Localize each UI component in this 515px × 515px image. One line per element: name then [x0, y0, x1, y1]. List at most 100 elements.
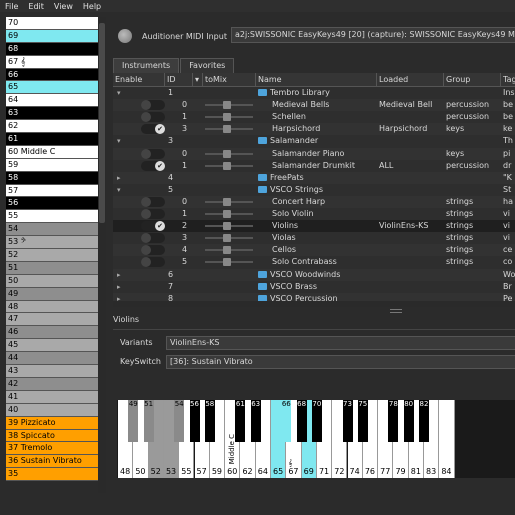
piano-black-key[interactable]: 75 — [357, 400, 368, 442]
col-name[interactable]: Name — [256, 73, 377, 86]
tomix-slider[interactable] — [205, 210, 253, 218]
keylist-item[interactable]: 64 — [6, 94, 98, 108]
col-group[interactable]: Group — [444, 73, 501, 86]
keylist-item[interactable]: 44 — [6, 352, 98, 366]
keylist-item[interactable]: 68 — [6, 42, 98, 56]
table-row[interactable]: ✔ 3 Harpsichord Harpsichord keys ke — [113, 123, 515, 136]
piano-black-key[interactable]: 70 — [311, 400, 322, 442]
expand-arrow-down-icon[interactable]: ▾ — [117, 87, 121, 99]
col-enable[interactable]: Enable — [113, 73, 165, 86]
piano-white-key[interactable]: 84 — [439, 400, 455, 478]
slider-handle[interactable] — [223, 113, 231, 122]
keylist-item[interactable]: 47 — [6, 313, 98, 327]
keylist-item[interactable]: 45 — [6, 339, 98, 353]
keylist-item[interactable]: 37 Tremolo — [6, 442, 98, 456]
piano-black-key[interactable]: 51 — [143, 400, 154, 442]
keylist-item[interactable]: 36 Sustain Vibrato — [6, 455, 98, 469]
menu-view[interactable]: View — [49, 2, 78, 11]
enable-toggle[interactable] — [141, 148, 165, 159]
keylist-item[interactable]: 41 — [6, 390, 98, 404]
keylist-item[interactable]: 40 — [6, 403, 98, 417]
enable-toggle[interactable] — [141, 100, 165, 111]
tomix-slider[interactable] — [205, 113, 253, 122]
table-row[interactable]: 3 Violas strings vi — [113, 232, 515, 244]
piano-black-key[interactable]: 58 — [204, 400, 215, 442]
piano-black-key[interactable]: 63 — [250, 400, 261, 442]
tomix-slider[interactable] — [205, 258, 253, 267]
table-row[interactable]: 0 Medieval Bells Medieval Bell percussion be — [113, 99, 515, 112]
slider-handle[interactable] — [223, 246, 231, 255]
table-row[interactable]: 0 Concert Harp strings ha — [113, 195, 515, 208]
auditioner-toggle-button[interactable] — [118, 29, 132, 43]
keylist-item[interactable]: 43 — [6, 365, 98, 378]
tab-instruments[interactable]: Instruments — [113, 58, 180, 73]
piano-black-key[interactable]: 49 — [128, 400, 139, 442]
col-id[interactable]: ID — [165, 73, 193, 86]
enable-toggle[interactable] — [141, 245, 165, 256]
col-loaded[interactable]: Loaded — [377, 73, 444, 86]
tomix-slider[interactable] — [205, 246, 253, 255]
keylist-item[interactable]: 62 — [6, 120, 98, 134]
enable-toggle[interactable]: ✔ — [141, 124, 165, 135]
enable-toggle[interactable] — [141, 112, 165, 123]
table-row[interactable]: 1 Schellen percussion be — [113, 111, 515, 123]
piano-black-key[interactable]: 80 — [403, 400, 414, 442]
slider-handle[interactable] — [223, 258, 231, 267]
slider-handle[interactable] — [223, 222, 231, 231]
tomix-slider[interactable] — [205, 222, 253, 231]
table-row[interactable]: ▸ 8 VSCO Percussion Pe — [113, 292, 515, 301]
table-row[interactable]: ▾ 3 Salamander Th — [113, 135, 515, 147]
tomix-slider[interactable] — [205, 234, 253, 243]
table-horizontal-scrollbar[interactable] — [113, 301, 515, 307]
enable-toggle[interactable]: ✔ — [141, 221, 165, 232]
keylist-item[interactable]: 59 — [6, 158, 98, 172]
expand-arrow-right-icon[interactable]: ▸ — [117, 281, 121, 293]
keylist-item[interactable]: 51 — [6, 261, 98, 275]
keylist-item[interactable]: 35 — [6, 468, 98, 482]
keylist-item[interactable]: 53 𝄢 — [6, 236, 98, 250]
enable-toggle[interactable] — [141, 257, 165, 268]
enable-toggle[interactable] — [141, 233, 165, 244]
table-row[interactable]: ▸ 7 VSCO Brass Br — [113, 281, 515, 293]
menu-edit[interactable]: Edit — [23, 2, 49, 11]
table-row[interactable]: 0 Salamander Piano keys pi — [113, 147, 515, 160]
tomix-slider[interactable] — [205, 197, 253, 206]
keylist-item[interactable]: 58 — [6, 171, 98, 185]
keylist-item[interactable]: 38 Spiccato — [6, 429, 98, 443]
scrollbar-thumb[interactable] — [99, 23, 105, 223]
expand-arrow-right-icon[interactable]: ▸ — [117, 269, 121, 281]
table-row[interactable]: 5 Solo Contrabass strings co — [113, 256, 515, 268]
table-row[interactable]: ▾ 5 VSCO Strings St — [113, 184, 515, 196]
tomix-slider[interactable] — [205, 101, 253, 110]
slider-handle[interactable] — [223, 101, 231, 110]
keylist-item[interactable]: 49 — [6, 287, 98, 301]
keylist-item[interactable]: 65 — [6, 81, 98, 95]
enable-toggle[interactable] — [141, 196, 165, 207]
piano-keyboard[interactable]: 48 50 52 53 55 57 59 60 Middle C 62 64 65 67 𝄞 69 71 72 7… — [117, 400, 515, 478]
tab-favorites[interactable]: Favorites — [180, 58, 235, 73]
menu-help[interactable]: Help — [78, 2, 106, 11]
keylist-item[interactable]: 70 — [6, 17, 98, 30]
expand-arrow-down-icon[interactable]: ▾ — [117, 184, 121, 196]
slider-handle[interactable] — [223, 125, 231, 134]
splitter-handle[interactable] — [390, 309, 402, 313]
keylist-item[interactable]: 63 — [6, 107, 98, 121]
piano-black-key[interactable]: 61 — [235, 400, 246, 442]
table-row[interactable]: ✔ 2 Violins ViolinEns-KS strings vi — [113, 220, 515, 233]
slider-handle[interactable] — [223, 210, 231, 218]
expand-arrow-right-icon[interactable]: ▸ — [117, 172, 121, 184]
keylist-item[interactable]: 60 Middle C — [6, 145, 98, 159]
table-row[interactable]: ▸ 4 FreePats "K — [113, 171, 515, 184]
enable-toggle[interactable] — [141, 209, 165, 219]
keyswitch-select[interactable]: [36]: Sustain Vibrato — [166, 355, 515, 369]
table-row[interactable]: ▸ 6 VSCO Woodwinds Wo — [113, 268, 515, 281]
keylist-item[interactable]: 69 — [6, 29, 98, 43]
piano-black-key[interactable]: 68 — [296, 400, 307, 442]
keylist-item[interactable]: 56 — [6, 197, 98, 211]
keylist-item[interactable]: 57 — [6, 184, 98, 198]
table-row[interactable]: 4 Cellos strings ce — [113, 244, 515, 257]
menu-file[interactable]: File — [0, 2, 23, 11]
piano-black-key[interactable]: 54 — [174, 400, 185, 442]
table-row[interactable]: ✔ 1 Salamander Drumkit ALL percussion dr — [113, 160, 515, 172]
table-row[interactable]: ▾ 1 Tembro Library Ins — [113, 87, 515, 99]
